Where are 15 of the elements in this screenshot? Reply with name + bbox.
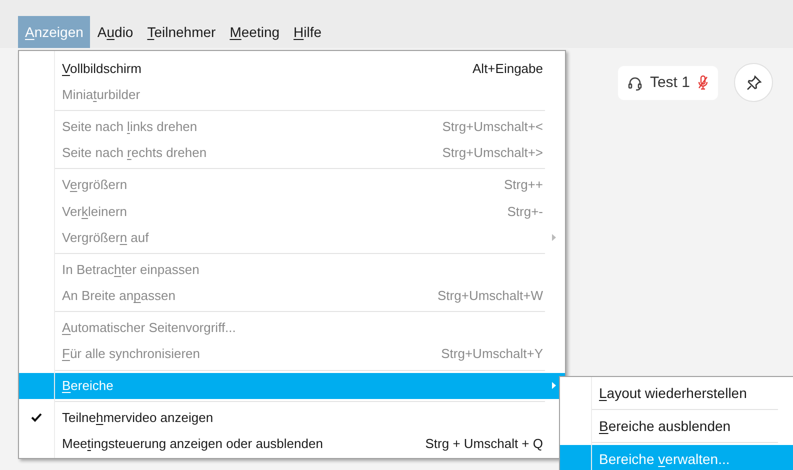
menu-bar-item[interactable]: Audio (90, 16, 140, 48)
menu-item[interactable]: Bereiche verwalten... (560, 445, 793, 470)
check-icon (31, 412, 42, 422)
submenu-arrow-icon (552, 382, 556, 390)
menu-bar-item[interactable]: Anzeigen (18, 16, 90, 48)
participant-name: Test 1 (650, 72, 690, 93)
pin-icon (746, 74, 762, 90)
menu-bar-item[interactable]: Teilnehmer (140, 16, 223, 48)
pin-button[interactable] (734, 63, 773, 102)
menu-item[interactable]: Bereiche (19, 372, 565, 400)
submenu-arrow-icon (552, 234, 556, 242)
menu-item[interactable]: Vollbildschirm Alt+Eingabe (19, 55, 565, 82)
menu-bar-item[interactable]: Hilfe (286, 16, 329, 48)
headset-icon (628, 76, 642, 90)
menu-bar-item[interactable]: Meeting (222, 16, 287, 48)
